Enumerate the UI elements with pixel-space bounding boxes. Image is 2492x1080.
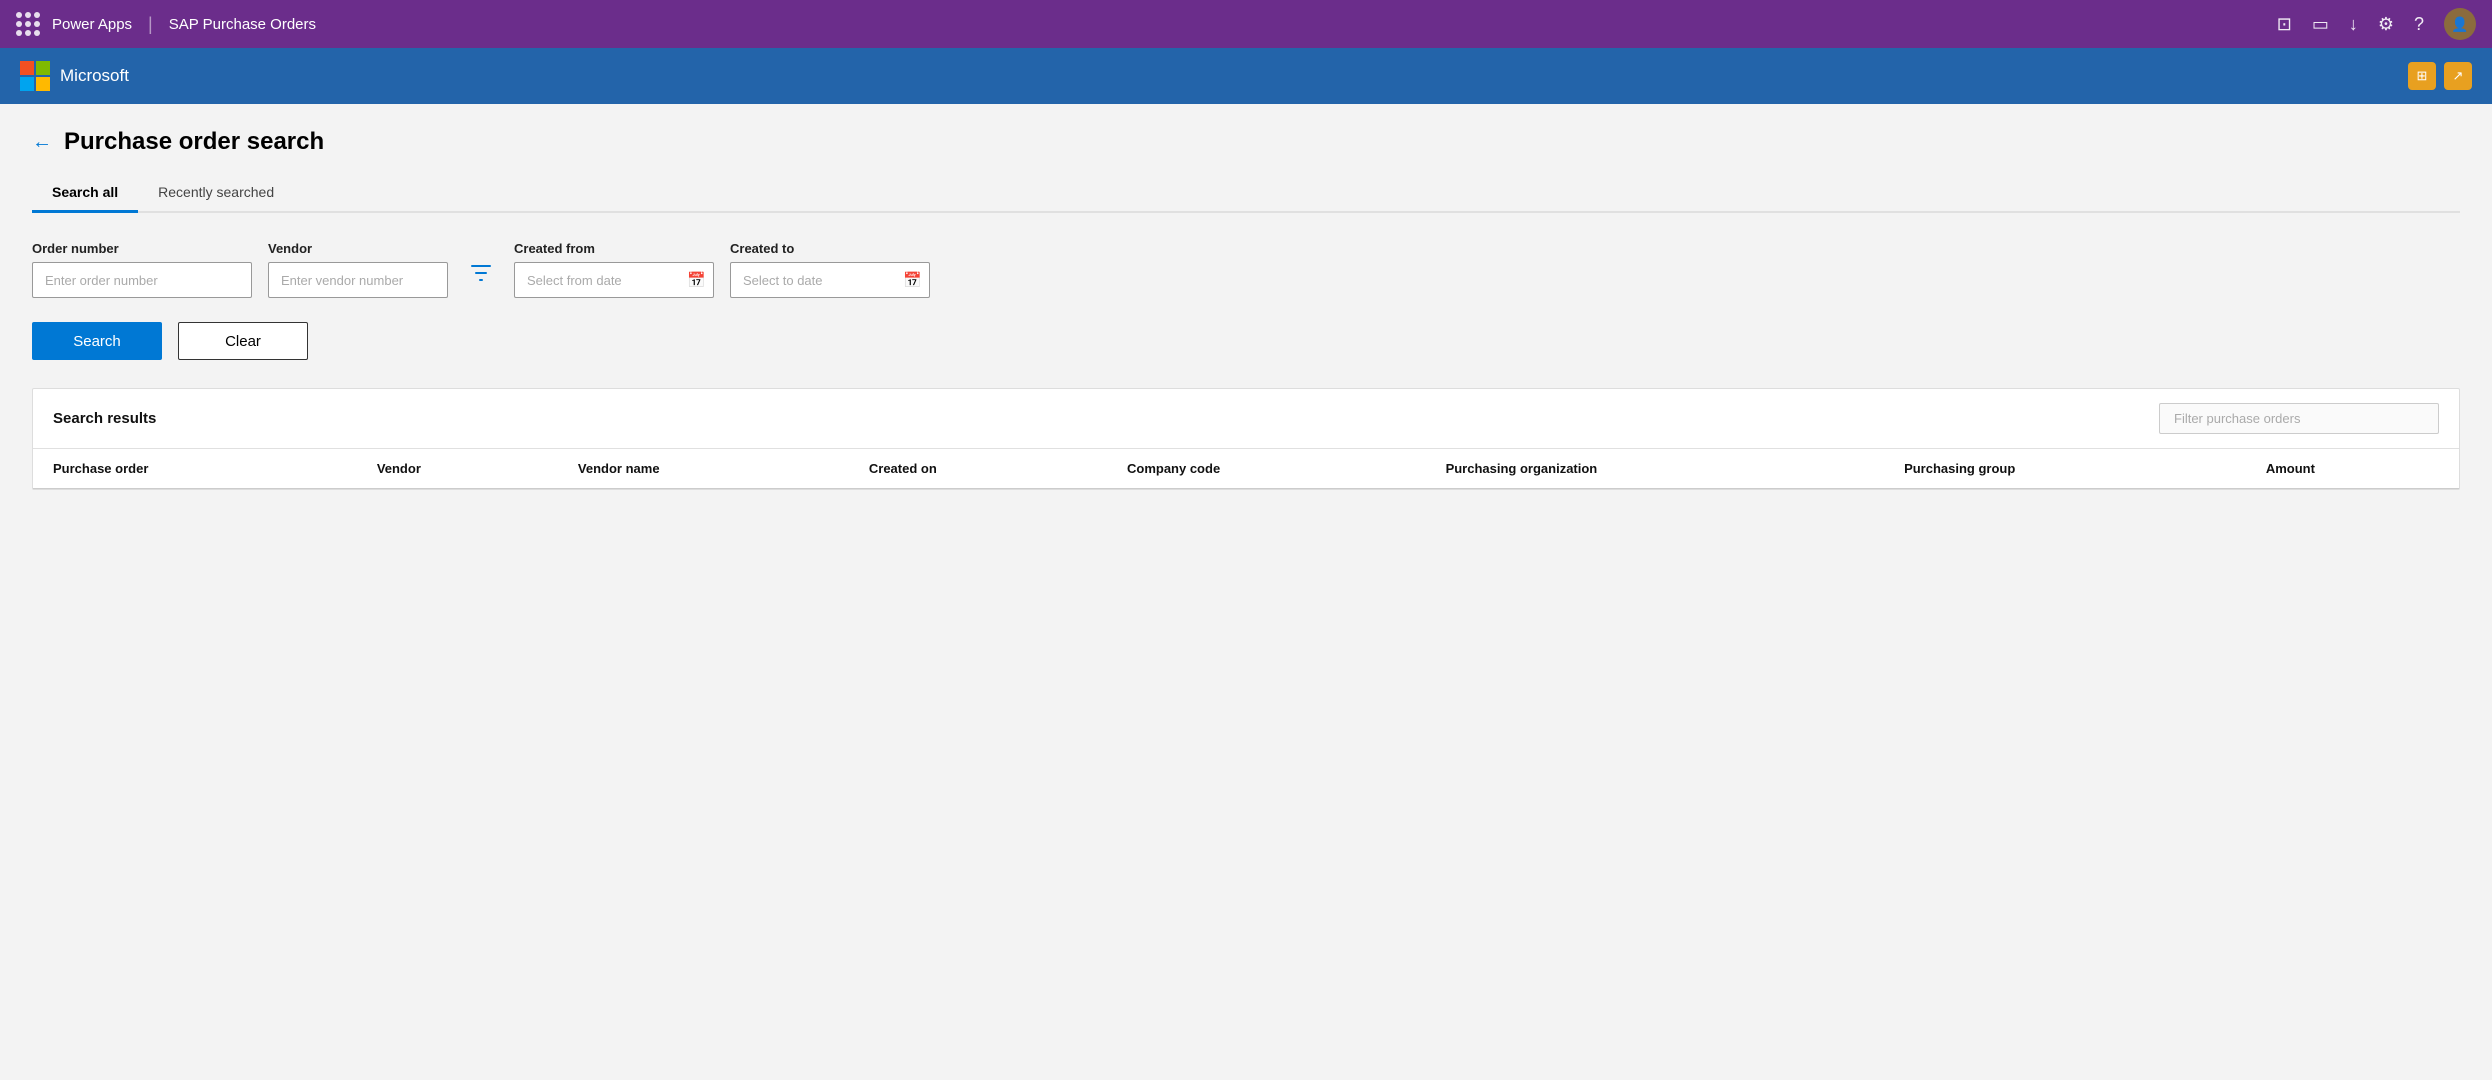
vendor-input[interactable] — [268, 262, 448, 298]
created-from-field: Created from 📅 — [514, 241, 714, 298]
nav-separator: | — [148, 14, 153, 35]
help-icon[interactable]: ? — [2414, 14, 2424, 35]
created-to-field: Created to 📅 — [730, 241, 930, 298]
order-number-label: Order number — [32, 241, 252, 256]
created-from-wrap: 📅 — [514, 262, 714, 298]
search-form: Order number Vendor Created from 📅 Creat… — [32, 241, 2460, 298]
ms-logo-text: Microsoft — [60, 66, 129, 86]
order-number-field: Order number — [32, 241, 252, 298]
ms-grid-icon[interactable]: ⊞ — [2408, 62, 2436, 90]
ms-bar-right: ⊞ ↗ — [2408, 62, 2472, 90]
settings-icon[interactable]: ⚙ — [2378, 14, 2394, 35]
download-icon[interactable]: ↓ — [2349, 14, 2358, 35]
results-table: Purchase order Vendor Vendor name Create… — [33, 449, 2459, 489]
microsoft-bar: Microsoft ⊞ ↗ — [0, 48, 2492, 104]
created-from-label: Created from — [514, 241, 714, 256]
ms-squares-icon — [20, 61, 50, 91]
table-header-row: Purchase order Vendor Vendor name Create… — [33, 449, 2459, 489]
created-from-input[interactable] — [514, 262, 714, 298]
app-name: Power Apps — [52, 16, 132, 33]
col-purchasing-org: Purchasing organization — [1426, 449, 1885, 489]
col-vendor-name: Vendor name — [558, 449, 849, 489]
vendor-field: Vendor — [268, 241, 448, 298]
app-menu-icon[interactable] — [16, 12, 40, 36]
search-button[interactable]: Search — [32, 322, 162, 360]
clear-button[interactable]: Clear — [178, 322, 308, 360]
tab-recently-searched[interactable]: Recently searched — [138, 174, 294, 213]
page-title: Purchase order search — [64, 128, 324, 156]
page-name: SAP Purchase Orders — [169, 16, 316, 33]
results-section: Search results Purchase order Vendor Ven… — [32, 388, 2460, 490]
user-avatar[interactable]: 👤 — [2444, 8, 2476, 40]
vendor-label: Vendor — [268, 241, 448, 256]
action-buttons: Search Clear — [32, 322, 2460, 360]
results-header: Search results — [33, 389, 2459, 449]
top-nav: Power Apps | SAP Purchase Orders ⊡ ▭ ↓ ⚙… — [0, 0, 2492, 48]
order-number-input[interactable] — [32, 262, 252, 298]
main-content: ← Purchase order search Search all Recen… — [0, 104, 2492, 1080]
camera-icon[interactable]: ⊡ — [2277, 14, 2292, 35]
filter-icon[interactable] — [464, 256, 498, 298]
results-title: Search results — [53, 410, 156, 427]
col-vendor: Vendor — [357, 449, 558, 489]
present-icon[interactable]: ▭ — [2312, 14, 2329, 35]
col-purchase-order: Purchase order — [33, 449, 357, 489]
filter-orders-input[interactable] — [2159, 403, 2439, 434]
filter-input-wrap — [2159, 403, 2439, 434]
ms-logo[interactable]: Microsoft — [20, 61, 129, 91]
col-amount: Amount — [2246, 449, 2459, 489]
col-purchasing-group: Purchasing group — [1884, 449, 2246, 489]
col-created-on: Created on — [849, 449, 1107, 489]
tab-search-all[interactable]: Search all — [32, 174, 138, 213]
created-to-label: Created to — [730, 241, 930, 256]
created-to-wrap: 📅 — [730, 262, 930, 298]
page-header: ← Purchase order search — [32, 128, 2460, 156]
table-header: Purchase order Vendor Vendor name Create… — [33, 449, 2459, 489]
back-button[interactable]: ← — [32, 131, 52, 154]
created-to-input[interactable] — [730, 262, 930, 298]
ms-arrow-icon[interactable]: ↗ — [2444, 62, 2472, 90]
col-company-code: Company code — [1107, 449, 1426, 489]
tabs-container: Search all Recently searched — [32, 174, 2460, 213]
